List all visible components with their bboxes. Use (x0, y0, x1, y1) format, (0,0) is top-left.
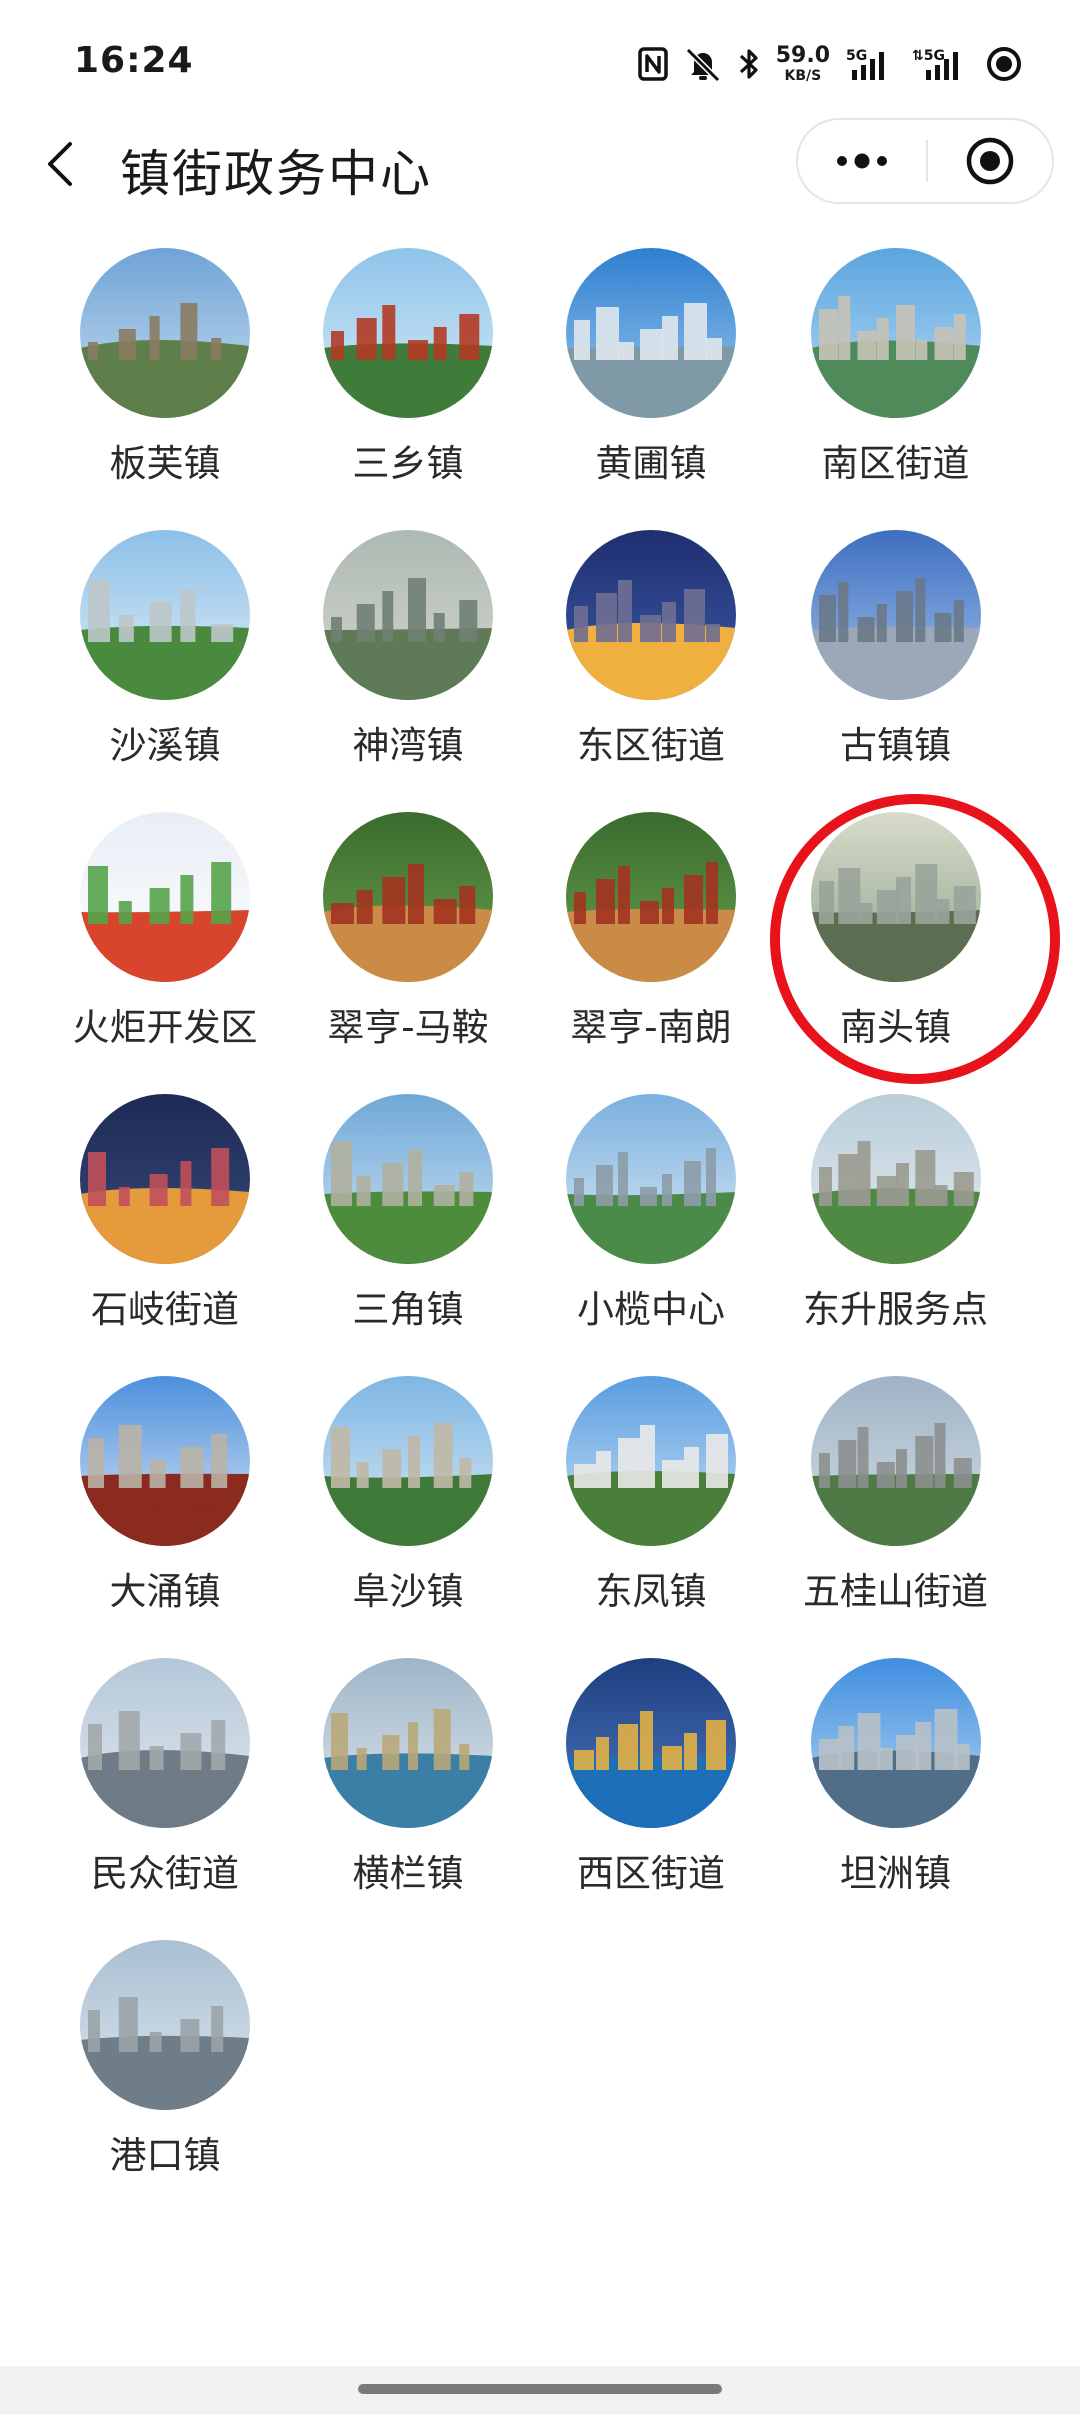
town-photo (80, 530, 250, 700)
target-circle-icon (966, 137, 1014, 185)
town-photo (810, 530, 981, 700)
net-speed: 59.0 KB/S (775, 43, 830, 84)
more-button[interactable] (798, 120, 926, 202)
town-item[interactable]: 翠亨-南朗 (526, 812, 776, 1072)
town-item[interactable]: 坦洲镇 (771, 1658, 1021, 1918)
net-speed-value: 59.0 (775, 43, 830, 68)
town-item[interactable]: 沙溪镇 (40, 530, 290, 790)
town-item[interactable]: 东升服务点 (771, 1094, 1021, 1354)
more-dots-icon (837, 153, 887, 169)
status-time: 16:24 (74, 40, 194, 81)
town-item[interactable]: 石岐街道 (40, 1094, 290, 1354)
town-item[interactable]: 阜沙镇 (283, 1376, 533, 1636)
town-item[interactable]: 五桂山街道 (771, 1376, 1021, 1636)
town-photo (566, 248, 736, 418)
svg-text:⇅5G: ⇅5G (912, 48, 945, 64)
town-item[interactable]: 小榄中心 (526, 1094, 776, 1354)
town-item[interactable]: 三乡镇 (283, 248, 533, 508)
net-speed-unit: KB/S (784, 68, 822, 84)
home-indicator[interactable] (358, 2384, 722, 2394)
town-photo (80, 1094, 250, 1264)
town-label: 南区街道 (821, 442, 970, 485)
chevron-left-icon (48, 142, 72, 186)
bluetooth-icon (738, 46, 760, 82)
town-label: 五桂山街道 (803, 1570, 988, 1613)
town-label: 古镇镇 (840, 724, 951, 767)
town-item[interactable]: 古镇镇 (771, 530, 1021, 790)
mini-program-capsule (796, 118, 1054, 204)
town-item[interactable]: 民众街道 (40, 1658, 290, 1918)
town-photo (810, 248, 981, 418)
town-item[interactable]: 神湾镇 (283, 530, 533, 790)
status-bar: 16:24 59.0 KB/S 5G ⇅5G (0, 0, 1080, 120)
town-photo (80, 1658, 250, 1828)
svg-text:5G: 5G (846, 48, 867, 64)
town-photo (810, 1094, 981, 1264)
town-item[interactable]: 翠亨-马鞍 (283, 812, 533, 1072)
town-item[interactable]: 黄圃镇 (526, 248, 776, 508)
town-photo (810, 1376, 981, 1546)
town-item[interactable]: 西区街道 (526, 1658, 776, 1918)
town-label: 东升服务点 (803, 1288, 988, 1331)
town-photo (566, 1376, 736, 1546)
signal-5g-icon: 5G (846, 46, 896, 82)
town-photo (810, 812, 981, 982)
mute-icon (684, 46, 722, 82)
town-photo (80, 1940, 250, 2110)
record-icon (986, 46, 1022, 82)
status-icons: 59.0 KB/S 5G ⇅5G (637, 40, 1022, 88)
town-photo (566, 530, 736, 700)
town-item[interactable]: 火炬开发区 (40, 812, 290, 1072)
signal-5g-icon: ⇅5G (912, 46, 970, 82)
town-photo (80, 812, 250, 982)
town-photo (80, 1376, 250, 1546)
town-photo (80, 248, 250, 418)
page: 16:24 59.0 KB/S 5G ⇅5G 镇街政务中心 板芙镇 三乡镇 黄圃… (0, 0, 1080, 2414)
town-item[interactable]: 大涌镇 (40, 1376, 290, 1636)
town-label: 坦洲镇 (840, 1852, 951, 1895)
town-label: 港口镇 (109, 2134, 221, 2177)
town-item[interactable]: 南头镇 (771, 812, 1021, 1072)
town-item[interactable]: 东区街道 (526, 530, 776, 790)
town-photo (810, 1658, 981, 1828)
nfc-icon (637, 47, 668, 81)
town-item[interactable]: 东凤镇 (526, 1376, 776, 1636)
town-photo (323, 1094, 493, 1264)
town-photo (566, 1658, 736, 1828)
page-title: 镇街政务中心 (120, 145, 432, 203)
town-item[interactable]: 港口镇 (40, 1940, 290, 2200)
nav-bar: 镇街政务中心 (0, 116, 1080, 212)
town-item[interactable]: 三角镇 (283, 1094, 533, 1354)
town-photo (323, 812, 493, 982)
town-item[interactable]: 板芙镇 (40, 248, 290, 508)
town-photo (323, 530, 493, 700)
back-button[interactable] (28, 132, 92, 196)
town-photo (566, 812, 736, 982)
town-label: 南头镇 (840, 1006, 951, 1049)
close-button[interactable] (928, 120, 1052, 202)
town-photo (566, 1094, 736, 1264)
town-item[interactable]: 南区街道 (771, 248, 1021, 508)
town-photo (323, 1376, 493, 1546)
town-photo (323, 248, 493, 418)
town-item[interactable]: 横栏镇 (283, 1658, 533, 1918)
town-photo (323, 1658, 493, 1828)
